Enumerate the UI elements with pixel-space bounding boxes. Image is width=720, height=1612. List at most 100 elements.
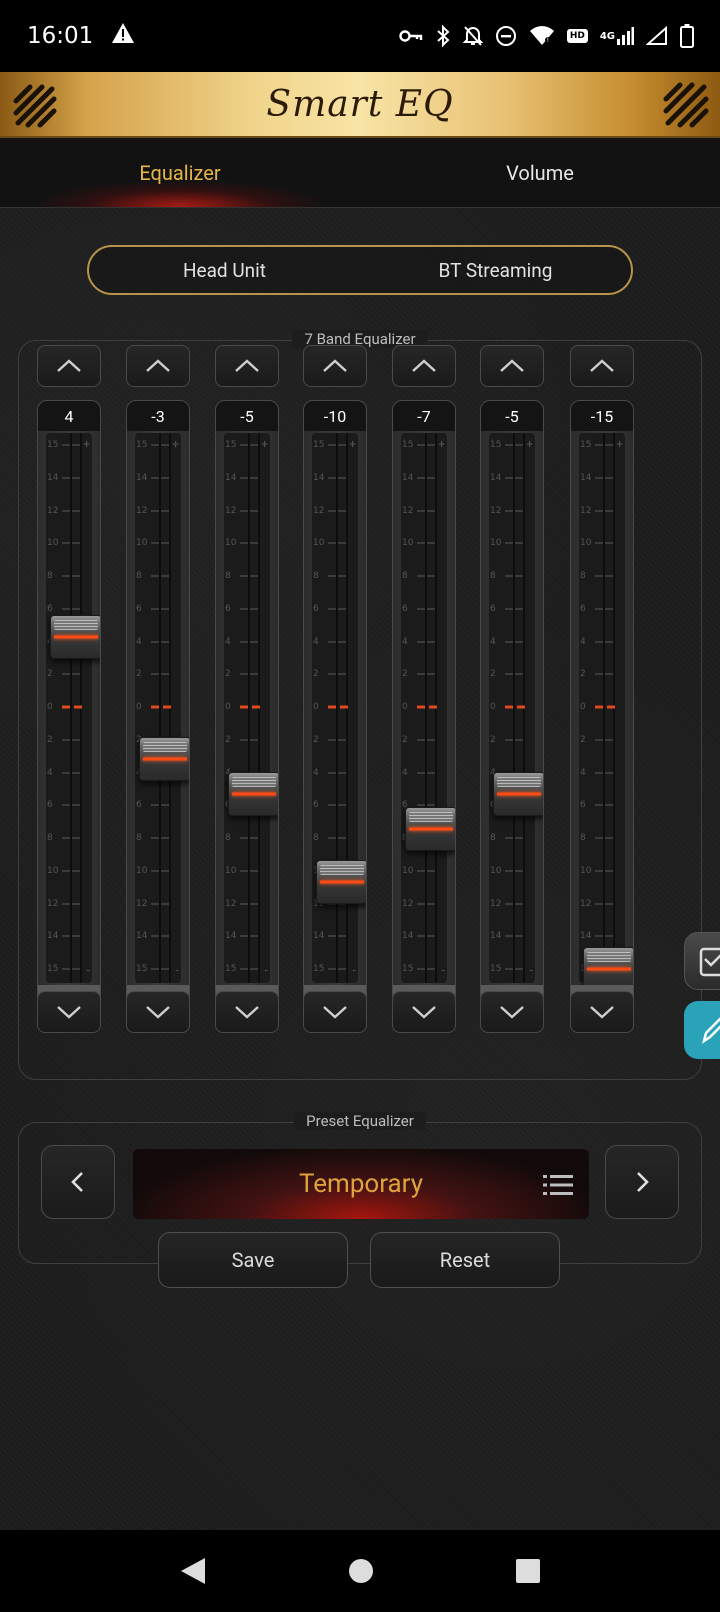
scale-label: 14 [490, 931, 502, 942]
source-option-head-unit[interactable]: Head Unit [89, 259, 360, 282]
slider-knob[interactable] [405, 807, 455, 852]
right-menu-icon[interactable] [662, 81, 710, 129]
band-down-button[interactable] [37, 991, 101, 1033]
scale-tick [595, 444, 615, 446]
slider-track[interactable]: 1514121086420246810121415+- [46, 433, 100, 983]
reset-button[interactable]: Reset [370, 1232, 560, 1288]
band-up-button[interactable] [392, 345, 456, 387]
minus-sign: - [264, 963, 268, 977]
band-slider[interactable]: -51514121086420246810121415+-6.3K [480, 400, 544, 1016]
preset-display[interactable]: Temporary [133, 1149, 589, 1219]
scale-tick [151, 607, 171, 610]
slider-track[interactable]: 1514121086420246810121415+- [489, 433, 543, 983]
band-slider[interactable]: -71514121086420246810121415+-2.5K [392, 400, 456, 1016]
band-slider[interactable]: -51514121086420246810121415+-396 [215, 400, 279, 1016]
slider-knob[interactable] [316, 859, 366, 904]
scale-tick [62, 837, 82, 839]
scale-label: 10 [490, 538, 502, 549]
slider-track[interactable]: 1514121086420246810121415+- [401, 433, 455, 983]
scale-tick [151, 575, 171, 577]
chevron-up-icon [500, 359, 524, 372]
tab-equalizer[interactable]: Equalizer [0, 138, 360, 207]
save-button[interactable]: Save [158, 1232, 348, 1288]
recents-icon[interactable] [515, 1558, 541, 1584]
scale-label: 8 [580, 833, 586, 843]
scale-label: 8 [313, 571, 319, 581]
scale-tick [328, 640, 348, 643]
slider-knob[interactable] [50, 615, 100, 660]
scale-label: 2 [225, 669, 231, 680]
zero-marker [417, 705, 437, 709]
band-down-button[interactable] [215, 991, 279, 1033]
home-icon[interactable] [347, 1557, 375, 1585]
left-menu-icon[interactable] [10, 81, 58, 129]
slider-track[interactable]: 1514121086420246810121415+- [135, 433, 189, 983]
scale-tick [595, 804, 615, 807]
minus-sign: - [86, 963, 90, 977]
band-up-button[interactable] [126, 345, 190, 387]
band-slider[interactable]: -151514121086420246810121415+-16K [570, 400, 634, 1016]
status-bar: 16:01 ! HD 4G [0, 0, 720, 72]
preset-prev-button[interactable] [41, 1145, 115, 1219]
preset-next-button[interactable] [605, 1145, 679, 1219]
band-down-button[interactable] [392, 991, 456, 1033]
scale-label: 15 [47, 440, 59, 450]
chevron-up-icon [57, 359, 81, 372]
slider-knob[interactable] [493, 772, 543, 817]
scale-tick [240, 837, 260, 839]
band-down-button[interactable] [126, 991, 190, 1033]
band-slider[interactable]: -101514121086420246810121415+-1K [303, 400, 367, 1016]
band-up-button[interactable] [570, 345, 634, 387]
band-up-button[interactable] [480, 345, 544, 387]
scale-label: 15 [402, 964, 414, 974]
band-down-button[interactable] [570, 991, 634, 1033]
slider-track[interactable]: 1514121086420246810121415+- [579, 433, 633, 991]
scale-label: 12 [490, 898, 502, 909]
scale-label: 0 [136, 702, 142, 712]
slider-track[interactable]: 1514121086420246810121415+- [312, 433, 366, 983]
scale-tick [417, 444, 437, 446]
side-screenshot-tab[interactable] [684, 932, 720, 990]
minus-sign: - [175, 963, 179, 977]
slider-track[interactable]: 1514121086420246810121415+- [224, 433, 278, 983]
scale-label: 12 [136, 505, 148, 516]
scale-tick [328, 509, 348, 512]
band-down-button[interactable] [303, 991, 367, 1033]
source-option-bt-streaming[interactable]: BT Streaming [360, 259, 631, 282]
scale-label: 14 [47, 472, 59, 483]
warning-icon [111, 22, 135, 50]
scale-tick [595, 673, 615, 676]
scale-label: 2 [490, 669, 496, 680]
scale-label: 2 [47, 734, 53, 745]
slider-knob[interactable] [139, 737, 189, 782]
scale-tick [151, 640, 171, 643]
scale-tick [151, 476, 171, 479]
back-icon[interactable] [179, 1556, 207, 1586]
scale-label: 14 [136, 931, 148, 942]
band-up-button[interactable] [37, 345, 101, 387]
list-icon[interactable] [543, 1173, 573, 1197]
band-up-button[interactable] [215, 345, 279, 387]
band-down-button[interactable] [480, 991, 544, 1033]
side-edit-tab[interactable] [684, 1001, 720, 1059]
screenshot-icon [699, 947, 720, 977]
tab-volume[interactable]: Volume [360, 138, 720, 207]
zero-marker [151, 705, 171, 709]
band-up-button[interactable] [303, 345, 367, 387]
scale-tick [505, 869, 525, 872]
scale-tick [417, 804, 437, 807]
slider-knob[interactable] [228, 772, 278, 817]
scale-label: 8 [47, 571, 53, 581]
scale-tick [240, 607, 260, 610]
scale-tick [505, 509, 525, 512]
scale-label: 10 [136, 538, 148, 549]
plus-sign: + [438, 437, 445, 451]
band-slider[interactable]: 41514121086420246810121415+-62 [37, 400, 101, 1016]
status-time: 16:01 [27, 23, 94, 49]
scale-tick [240, 640, 260, 643]
band-slider[interactable]: -31514121086420246810121415+-157 [126, 400, 190, 1016]
scale-label: 8 [136, 833, 142, 843]
scale-tick [595, 509, 615, 512]
scale-tick [417, 902, 437, 905]
band-value-label: -15 [571, 401, 633, 431]
